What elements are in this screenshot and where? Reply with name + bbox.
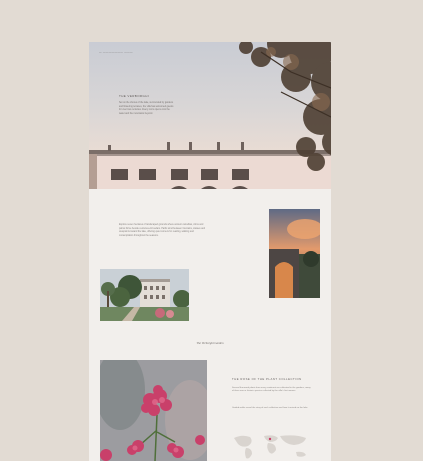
page-canvas: — ——————— ——— THE VERBORGHI Set on the s… [89,42,331,461]
tree-branches-image [239,42,331,171]
collection-secondary-text: Guided walks reveal the story of each co… [232,407,308,409]
breadcrumb[interactable]: — ——————— ——— [99,51,133,54]
collection-body-text: Several thousand plants from every conti… [232,387,311,393]
collection-title: THE ROSE OF THE PLANT COLLECTION [232,377,302,381]
garden-villa-photo [100,269,189,321]
flower-photo [100,360,207,461]
hero-heading: THE VERBORGHI [119,94,150,98]
world-map-graphic [234,435,306,459]
gallery-caption: The Verborghi Garden [196,341,224,345]
hero-section: — ——————— ——— THE VERBORGHI Set on the s… [89,42,331,189]
intro-body-text: Explore seven hectares of landscaped gro… [119,224,206,237]
hero-body-text: Set on the shores of the lake, surrounde… [119,102,174,115]
terrace-photo [269,209,320,298]
